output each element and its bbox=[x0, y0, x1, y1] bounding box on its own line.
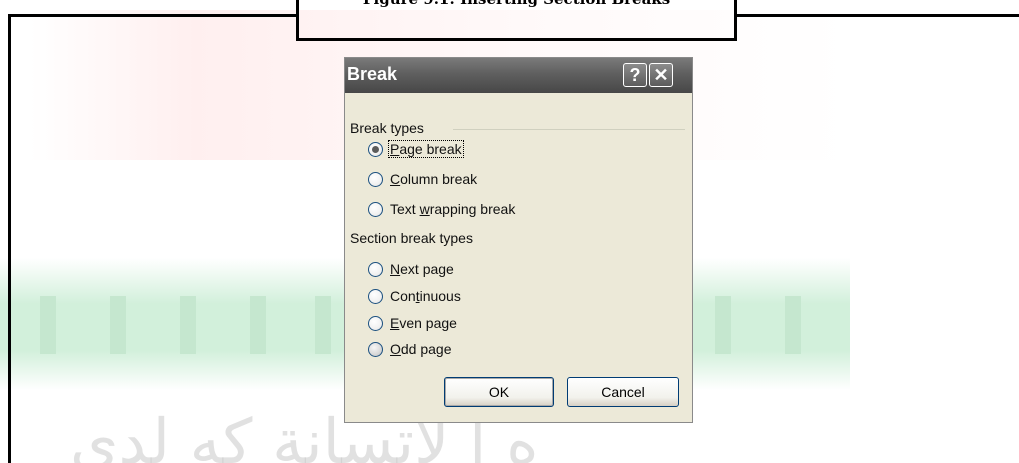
dialog-title: Break bbox=[347, 64, 398, 84]
section-break-option[interactable]: Continuous bbox=[368, 285, 462, 307]
access-key: w bbox=[419, 201, 430, 217]
figure-caption: Figure 9.1: Inserting Section Breaks bbox=[299, 0, 734, 8]
frame-left-line bbox=[8, 14, 11, 463]
cancel-button[interactable]: Cancel bbox=[567, 377, 679, 407]
break-type-option[interactable]: Text wrapping break bbox=[368, 198, 516, 220]
label-part: age break bbox=[399, 141, 462, 157]
option-label[interactable]: Page break bbox=[388, 140, 464, 158]
radio-button[interactable] bbox=[368, 141, 383, 157]
frame-top-left-line bbox=[8, 14, 298, 17]
group-divider bbox=[453, 129, 685, 130]
section-break-option[interactable]: Even page bbox=[368, 312, 458, 334]
figure-caption-box: Figure 9.1: Inserting Section Breaks bbox=[296, 0, 737, 41]
radio-button[interactable] bbox=[368, 171, 383, 187]
radio-selected-dot bbox=[372, 145, 379, 153]
section-break-option[interactable]: Next page bbox=[368, 258, 455, 280]
label-part: Con bbox=[390, 288, 416, 304]
label-part: olumn break bbox=[400, 171, 478, 187]
radio-button[interactable] bbox=[368, 261, 383, 277]
watermark-stripe bbox=[40, 296, 56, 354]
break-type-option[interactable]: Page break bbox=[368, 138, 464, 160]
watermark-stripe bbox=[315, 296, 331, 354]
radio-button[interactable] bbox=[368, 288, 383, 304]
watermark-stripe bbox=[250, 296, 266, 354]
access-key: E bbox=[390, 315, 400, 331]
frame-top-right-line bbox=[736, 14, 1019, 17]
label-part: Text bbox=[390, 201, 420, 217]
option-label[interactable]: Even page bbox=[389, 315, 458, 331]
dialog-titlebar[interactable]: Break ? ✕ bbox=[345, 58, 692, 93]
help-icon[interactable]: ? bbox=[623, 63, 647, 87]
option-label[interactable]: Column break bbox=[389, 171, 478, 187]
radio-button[interactable] bbox=[368, 341, 383, 357]
label-part: inuous bbox=[419, 288, 461, 304]
watermark-stripe bbox=[110, 296, 126, 354]
label-part: dd page bbox=[400, 341, 452, 357]
option-label[interactable]: Next page bbox=[389, 261, 455, 277]
radio-button[interactable] bbox=[368, 315, 383, 331]
break-types-label: Break types bbox=[350, 120, 424, 136]
label-part: ext page bbox=[400, 261, 454, 277]
label-part: rapping break bbox=[429, 201, 516, 217]
break-type-option[interactable]: Column break bbox=[368, 168, 478, 190]
option-label[interactable]: Odd page bbox=[389, 341, 453, 357]
ok-button[interactable]: OK bbox=[444, 377, 554, 407]
watermark-stripe bbox=[715, 296, 731, 354]
label-part: ven page bbox=[399, 315, 457, 331]
radio-button[interactable] bbox=[368, 201, 383, 217]
access-key: C bbox=[390, 171, 401, 187]
watermark-stripe bbox=[180, 296, 196, 354]
option-label[interactable]: Text wrapping break bbox=[389, 201, 516, 217]
access-key: P bbox=[390, 141, 400, 157]
break-dialog: Break ? ✕ Break types Page break Column b… bbox=[344, 57, 693, 423]
section-break-option[interactable]: Odd page bbox=[368, 338, 453, 360]
close-icon[interactable]: ✕ bbox=[649, 63, 673, 87]
watermark-stripe bbox=[785, 296, 801, 354]
section-break-types-label: Section break types bbox=[350, 230, 473, 246]
access-key: O bbox=[390, 341, 401, 357]
option-label[interactable]: Continuous bbox=[389, 288, 462, 304]
access-key: N bbox=[390, 261, 401, 277]
